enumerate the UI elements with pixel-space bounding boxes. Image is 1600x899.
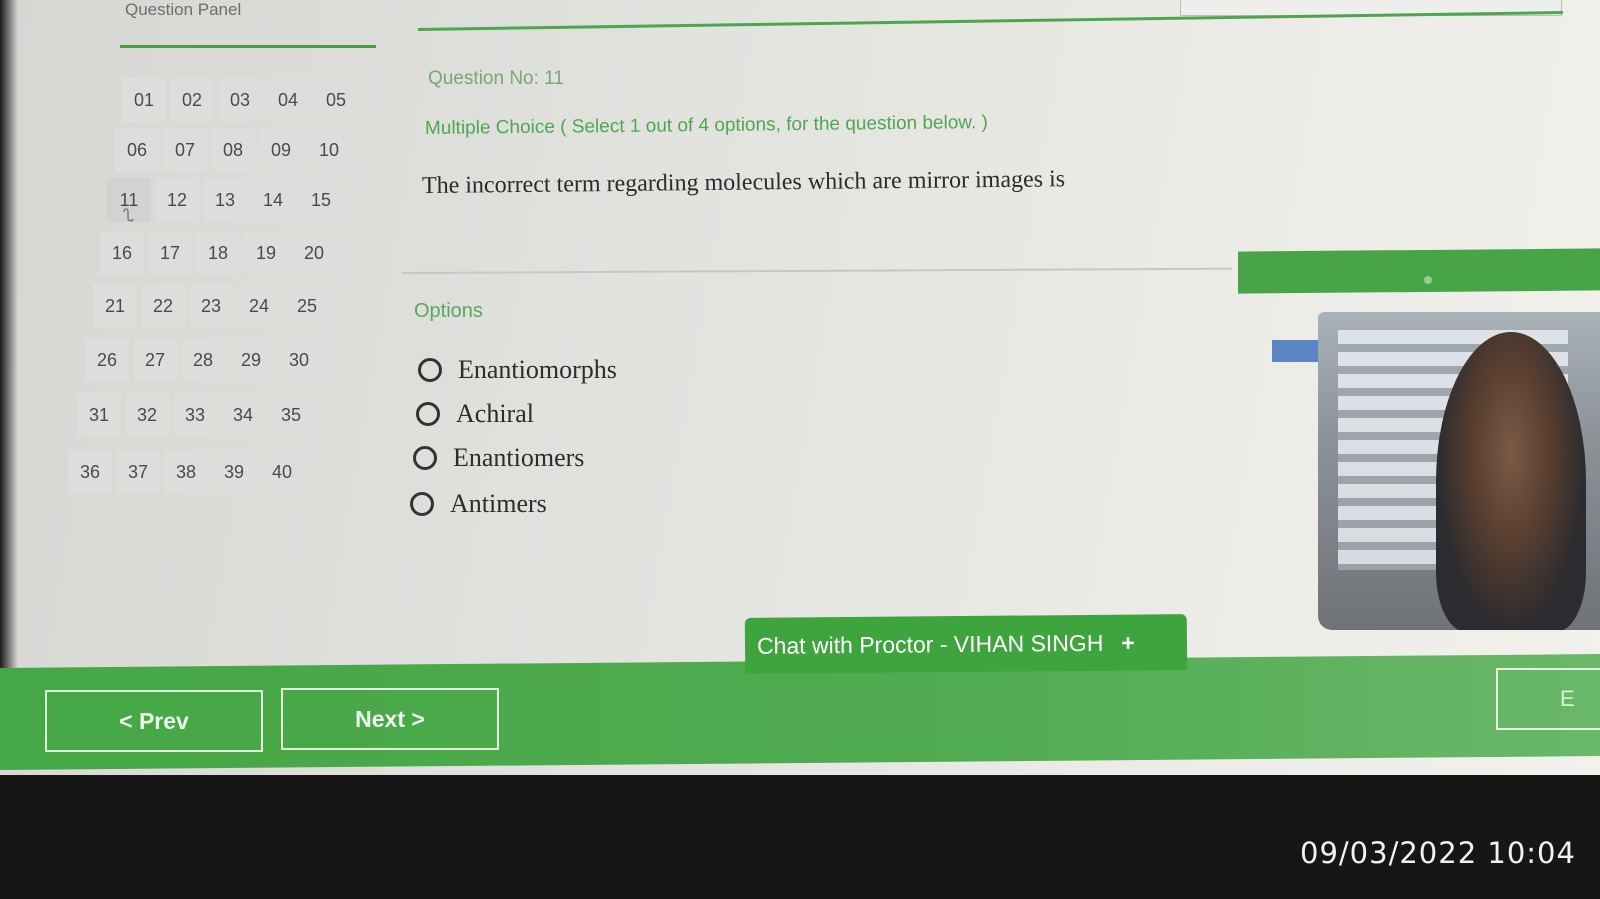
- question-number-21[interactable]: 21: [93, 284, 137, 328]
- option-achiral[interactable]: Achiral: [416, 399, 534, 429]
- radio-button[interactable]: [416, 402, 440, 426]
- question-number-03[interactable]: 03: [218, 78, 262, 122]
- question-number-24[interactable]: 24: [237, 284, 281, 328]
- question-number-38[interactable]: 38: [164, 450, 208, 494]
- question-type-label: Multiple Choice ( Select 1 out of 4 opti…: [424, 112, 989, 139]
- webcam-person: [1436, 332, 1586, 630]
- question-number-12[interactable]: 12: [155, 178, 199, 222]
- radio-button[interactable]: [418, 358, 442, 382]
- next-button[interactable]: Next >: [281, 688, 499, 750]
- question-number-32[interactable]: 32: [125, 393, 169, 437]
- question-number-04[interactable]: 04: [266, 78, 310, 122]
- option-enantiomorphs[interactable]: Enantiomorphs: [418, 355, 617, 385]
- question-text: The incorrect term regarding molecules w…: [421, 166, 1066, 199]
- header-rule: [417, 11, 1563, 31]
- question-number-13[interactable]: 13: [203, 178, 247, 222]
- question-number-25[interactable]: 25: [285, 284, 329, 328]
- question-number-22[interactable]: 22: [141, 284, 185, 328]
- question-number-34[interactable]: 34: [221, 393, 265, 437]
- question-number-35[interactable]: 35: [269, 393, 313, 437]
- question-panel-title: Question Panel: [125, 0, 242, 19]
- option-label: Enantiomorphs: [458, 355, 617, 384]
- question-number-23[interactable]: 23: [189, 284, 233, 328]
- question-number-40[interactable]: 40: [260, 450, 304, 494]
- chat-label: Chat with Proctor - VIHAN SINGH: [756, 629, 1104, 659]
- option-label: Achiral: [456, 399, 534, 428]
- question-number-01[interactable]: 01: [122, 78, 166, 122]
- question-number-17[interactable]: 17: [148, 231, 192, 275]
- webcam-header-bar: [1238, 248, 1600, 294]
- question-number-06[interactable]: 06: [115, 128, 159, 172]
- option-enantiomers[interactable]: Enantiomers: [413, 443, 584, 473]
- question-number-20[interactable]: 20: [292, 231, 336, 275]
- question-number-10[interactable]: 10: [307, 128, 351, 172]
- question-number-26[interactable]: 26: [85, 338, 129, 382]
- question-number-05[interactable]: 05: [314, 78, 358, 122]
- question-number-39[interactable]: 39: [212, 450, 256, 494]
- chat-with-proctor-tab[interactable]: Chat with Proctor - VIHAN SINGH +: [744, 614, 1188, 674]
- question-number-19[interactable]: 19: [244, 231, 288, 275]
- panel-underline: [120, 45, 376, 48]
- mouse-cursor-icon: [123, 208, 134, 222]
- question-number-29[interactable]: 29: [229, 338, 273, 382]
- question-number-09[interactable]: 09: [259, 128, 303, 172]
- photo-timestamp: 09/03/2022 10:04: [1300, 836, 1576, 870]
- question-number-27[interactable]: 27: [133, 338, 177, 382]
- option-label: Antimers: [450, 489, 547, 518]
- option-antimers[interactable]: Antimers: [410, 489, 547, 519]
- question-divider: [401, 267, 1232, 274]
- question-number-33[interactable]: 33: [173, 393, 217, 437]
- radio-button[interactable]: [410, 492, 434, 516]
- question-number-08[interactable]: 08: [211, 128, 255, 172]
- question-number-14[interactable]: 14: [251, 178, 295, 222]
- webcam-indicator-dot: [1424, 276, 1432, 284]
- expand-plus-icon[interactable]: +: [1121, 629, 1135, 656]
- radio-button[interactable]: [413, 446, 437, 470]
- question-number-07[interactable]: 07: [163, 128, 207, 172]
- question-number-36[interactable]: 36: [68, 450, 112, 494]
- prev-button[interactable]: < Prev: [45, 690, 263, 752]
- question-number-37[interactable]: 37: [116, 450, 160, 494]
- question-number-16[interactable]: 16: [100, 231, 144, 275]
- question-number-31[interactable]: 31: [77, 393, 121, 437]
- webcam-side-tab: [1272, 340, 1322, 362]
- end-button[interactable]: E: [1496, 668, 1600, 730]
- option-label: Enantiomers: [453, 443, 585, 472]
- question-number-label: Question No: 11: [428, 68, 564, 89]
- question-number-02[interactable]: 02: [170, 78, 214, 122]
- options-label: Options: [414, 300, 483, 322]
- webcam-feed: [1318, 312, 1600, 630]
- question-number-28[interactable]: 28: [181, 338, 225, 382]
- question-number-18[interactable]: 18: [196, 231, 240, 275]
- bezel-shadow: [0, 0, 18, 700]
- question-number-15[interactable]: 15: [299, 178, 343, 222]
- exam-screen: Question Panel 01 02 03 04 05 06 07 08 09 10 11 12 1…: [0, 0, 1600, 775]
- question-number-30[interactable]: 30: [277, 338, 321, 382]
